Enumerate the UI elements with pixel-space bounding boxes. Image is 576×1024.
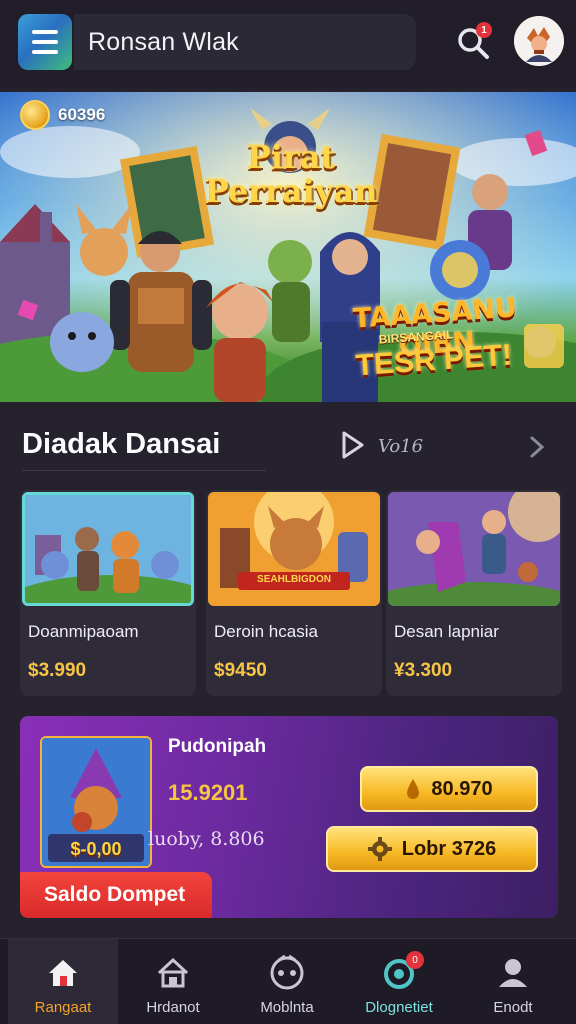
top-bar: Ronsan Wlak 1 bbox=[0, 0, 576, 88]
wallet-title: Pudonipah bbox=[168, 736, 267, 757]
section-title: Diadak Dansai bbox=[22, 428, 221, 460]
section-divider bbox=[22, 470, 266, 471]
wallet-balance-tab[interactable]: Saldo Dompet bbox=[20, 872, 212, 918]
menu-button[interactable] bbox=[18, 14, 72, 70]
avatar-character-icon bbox=[514, 16, 564, 66]
nav-label: Moblnta bbox=[260, 999, 314, 1016]
game-art-2 bbox=[208, 492, 380, 606]
nav-item-profile[interactable]: Enodt bbox=[458, 939, 568, 1024]
game-card[interactable]: Doanmipaoam $3.990 bbox=[20, 490, 196, 696]
drop-icon bbox=[407, 779, 420, 799]
game-name: Deroin hcasia bbox=[214, 622, 318, 641]
home-icon bbox=[49, 960, 77, 986]
coin-balance-value: 60396 bbox=[58, 105, 106, 124]
game-thumbnail: SEAHLBIGDON bbox=[208, 492, 380, 606]
game-price: $3.990 bbox=[28, 660, 87, 681]
nav-label: Enodt bbox=[493, 999, 533, 1016]
game-art-3 bbox=[388, 492, 560, 606]
game-thumbnail bbox=[388, 492, 560, 606]
user-icon bbox=[499, 959, 527, 987]
game-name: Doanmipaoam bbox=[28, 622, 139, 641]
menu-icon-line bbox=[32, 50, 58, 54]
menu-icon-line bbox=[32, 30, 58, 34]
game-art-1 bbox=[25, 495, 191, 603]
game-name: Desan lapniar bbox=[394, 622, 499, 641]
nav-notification-badge: 0 bbox=[406, 951, 424, 969]
wallet-thumbnail: $-0,00 bbox=[40, 736, 152, 868]
game-card[interactable]: Desan lapniar ¥3.300 bbox=[386, 490, 562, 696]
app-title: Ronsan Wlak bbox=[74, 14, 416, 70]
coin-icon bbox=[20, 100, 50, 130]
nav-label: Rangaat bbox=[34, 999, 92, 1016]
gear-icon bbox=[367, 837, 392, 861]
play-icon[interactable] bbox=[340, 430, 366, 460]
game-thumbnail bbox=[22, 492, 194, 606]
nav-label: Dlognetiet bbox=[365, 999, 433, 1016]
withdraw-button-label: Lobr 3726 bbox=[401, 837, 497, 860]
gamepad-icon bbox=[270, 954, 304, 990]
game-price: $9450 bbox=[214, 660, 267, 681]
nav-item-home[interactable]: Rangaat bbox=[8, 939, 118, 1024]
hero-title-line1: Pirat bbox=[246, 138, 336, 176]
topup-button[interactable]: 80.970 bbox=[360, 766, 538, 812]
menu-icon-line bbox=[32, 40, 58, 44]
game-card[interactable]: SEAHLBIGDON Deroin hcasia $9450 bbox=[206, 490, 382, 696]
wallet-panel: $-0,00 Pudonipah 15.9201 luoby, 8.806 80… bbox=[20, 716, 558, 918]
nav-item-notifications[interactable]: 0 Dlognetiet bbox=[344, 939, 454, 1024]
nav-label: Hrdanot bbox=[146, 999, 200, 1016]
topup-button-label: 80.970 bbox=[431, 777, 493, 800]
nav-item-games[interactable]: Moblnta bbox=[232, 939, 342, 1024]
game-banner-label: SEAHLBIGDON bbox=[257, 574, 331, 585]
wallet-amount: 15.9201 bbox=[168, 780, 248, 805]
bottom-navigation: Rangaat Hrdanot Moblnta 0 Dlognetiet Eno… bbox=[0, 938, 576, 1024]
game-price: ¥3.300 bbox=[394, 660, 453, 681]
withdraw-button[interactable]: Lobr 3726 bbox=[326, 826, 538, 872]
coin-balance: 60396 bbox=[20, 100, 105, 130]
wallet-thumb-label: $-0,00 bbox=[70, 839, 122, 859]
notification-badge: 1 bbox=[476, 22, 492, 38]
hero-title: Pirat Perraiyan bbox=[196, 140, 386, 208]
chevron-right-icon[interactable] bbox=[528, 434, 546, 460]
hero-title-line2: Perraiyan bbox=[204, 172, 378, 210]
wallet-subtext: luoby, 8.806 bbox=[148, 828, 265, 850]
nav-item-house[interactable]: Hrdanot bbox=[118, 939, 228, 1024]
hero-banner[interactable]: 60396 Pirat Perraiyan TAAASANU OIBN BIRS… bbox=[0, 92, 576, 402]
house-icon bbox=[157, 957, 189, 988]
avatar[interactable] bbox=[514, 16, 564, 66]
view-all-link[interactable]: Vo16 bbox=[378, 436, 423, 457]
